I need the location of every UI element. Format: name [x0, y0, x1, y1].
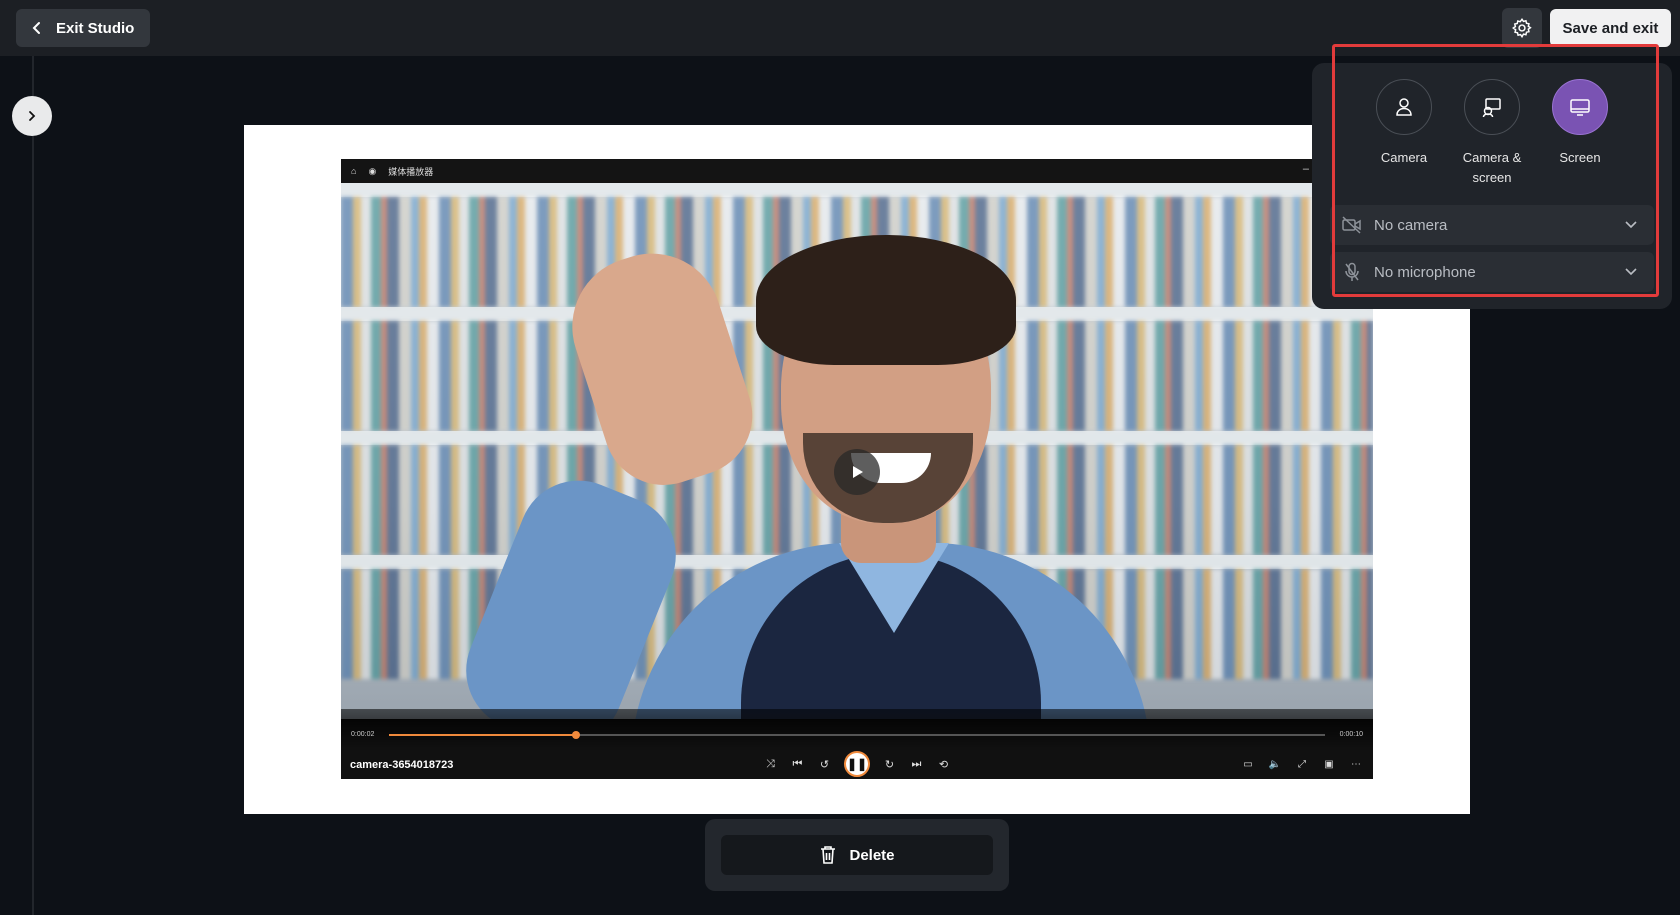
current-time: 0:00:02 — [351, 731, 375, 738]
save-and-exit-button[interactable]: Save and exit — [1550, 9, 1671, 47]
home-icon[interactable]: ⌂ — [351, 166, 356, 176]
more-icon[interactable]: ⋯ — [1349, 757, 1363, 771]
mode-camera-circle[interactable] — [1376, 79, 1432, 135]
delete-button[interactable]: Delete — [721, 835, 993, 875]
clip-toolbar: Delete — [705, 819, 1009, 891]
app-logo-icon: ◉ — [368, 165, 377, 176]
mode-camera[interactable]: Camera — [1360, 79, 1448, 168]
minimize-icon[interactable]: – — [1303, 163, 1309, 175]
subtitles-icon[interactable]: ▭ — [1241, 757, 1255, 771]
player-app-title: 媒体播放器 — [388, 166, 434, 177]
monitor-icon — [1570, 99, 1590, 116]
microphone-select-value: No microphone — [1374, 263, 1476, 281]
chevron-down-icon — [1625, 268, 1637, 276]
play-overlay-button[interactable] — [834, 449, 880, 495]
trash-icon — [821, 846, 836, 864]
rewind-icon[interactable]: ↺ — [817, 757, 832, 772]
exit-studio-label: Exit Studio — [56, 19, 135, 37]
gear-icon — [1512, 18, 1532, 39]
chevron-right-icon — [29, 111, 36, 121]
seek-handle[interactable] — [572, 731, 581, 739]
delete-label: Delete — [849, 846, 895, 864]
camera-screen-icon — [1482, 98, 1501, 118]
fullscreen-icon[interactable]: ⤢ — [1295, 757, 1309, 771]
camera-select-value: No camera — [1374, 216, 1448, 234]
miniplayer-icon[interactable]: ▣ — [1322, 757, 1336, 771]
expand-sidebar-button[interactable] — [12, 96, 52, 136]
player-options: ▭ 🔈 ⤢ ▣ ⋯ — [1241, 757, 1363, 771]
repeat-icon[interactable]: ⟲ — [936, 757, 951, 772]
top-bar: Exit Studio Save and exit — [0, 0, 1680, 56]
camera-off-icon — [1342, 216, 1361, 234]
volume-icon[interactable]: 🔈 — [1268, 757, 1282, 771]
settings-button[interactable] — [1502, 8, 1542, 48]
microphone-off-icon — [1345, 262, 1359, 281]
pause-button[interactable]: ❚❚ — [844, 751, 870, 777]
chevron-left-icon — [32, 22, 40, 34]
shuffle-icon[interactable]: ⤨ — [763, 757, 778, 772]
seek-bar[interactable] — [389, 731, 1325, 739]
seek-progress — [389, 734, 577, 736]
camera-select[interactable]: No camera — [1330, 205, 1654, 245]
mode-screen-label: Screen — [1559, 150, 1601, 165]
mode-camera-label: Camera — [1380, 150, 1428, 165]
mode-camera-screen-label: Camera & screen — [1462, 150, 1522, 185]
exit-studio-button[interactable]: Exit Studio — [16, 9, 151, 47]
previous-icon[interactable]: ⏮ — [790, 757, 805, 772]
player-titlebar: ⌂ ◉ 媒体播放器 – — [341, 159, 1373, 183]
mode-camera-screen[interactable]: Camera & screen — [1448, 79, 1536, 188]
video-frame — [341, 183, 1373, 719]
player-controls: 0:00:02 0:00:10 camera-3654018723 ⤨ ⏮ ↺ … — [341, 709, 1373, 779]
mode-screen[interactable]: Screen — [1536, 79, 1624, 168]
total-time: 0:00:10 — [1339, 731, 1363, 738]
mode-screen-circle[interactable] — [1552, 79, 1608, 135]
chevron-down-icon — [1625, 221, 1637, 229]
file-name: camera-3654018723 — [350, 759, 454, 771]
recording-options-panel: Camera Camera & screen Screen No camera … — [1312, 63, 1672, 309]
mode-camera-screen-circle[interactable] — [1464, 79, 1520, 135]
playback-controls: ⤨ ⏮ ↺ ❚❚ ↻ ⏭ ⟲ — [763, 751, 951, 777]
media-player-frame: ⌂ ◉ 媒体播放器 – 0:00:02 0:00:10 camera-36540… — [341, 159, 1373, 779]
sidebar-divider — [32, 56, 34, 915]
next-icon[interactable]: ⏭ — [909, 757, 924, 772]
microphone-select[interactable]: No microphone — [1330, 252, 1654, 292]
forward-icon[interactable]: ↻ — [882, 757, 897, 772]
play-icon — [853, 466, 863, 478]
person-icon — [1396, 98, 1412, 116]
